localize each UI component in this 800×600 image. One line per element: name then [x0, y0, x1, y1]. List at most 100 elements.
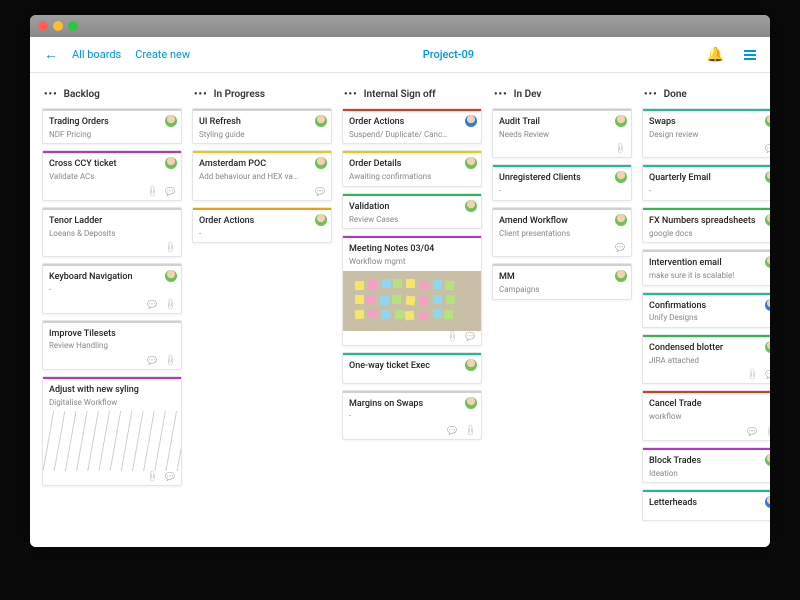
card[interactable]: Tenor LadderLoeans & Deposits📎: [42, 207, 182, 257]
avatar: [615, 171, 627, 183]
close-window-icon[interactable]: [38, 21, 48, 31]
clip-icon[interactable]: 📎: [164, 242, 177, 255]
card[interactable]: Unregistered Clients-: [492, 164, 632, 200]
clip-icon[interactable]: 📎: [764, 425, 770, 438]
column-menu-icon[interactable]: •••: [644, 89, 658, 100]
clip-icon[interactable]: 📎: [614, 143, 627, 156]
card[interactable]: Condensed blotterJIRA attached📎💬: [642, 334, 770, 384]
card-body: MMCampaigns: [493, 266, 631, 298]
card[interactable]: Trading OrdersNDF Pricing: [42, 108, 182, 144]
chat-icon[interactable]: 💬: [147, 301, 157, 309]
menu-icon[interactable]: [744, 54, 756, 56]
card[interactable]: MMCampaigns: [492, 263, 632, 299]
card-subtitle: make sure it is scalable!: [649, 271, 749, 281]
clip-icon[interactable]: 📎: [146, 185, 159, 198]
card[interactable]: UI RefreshStyling guide: [192, 108, 332, 144]
column-menu-icon[interactable]: •••: [494, 89, 508, 100]
all-boards-link[interactable]: All boards: [72, 48, 121, 61]
card[interactable]: Order Actions-: [192, 207, 332, 243]
maximize-window-icon[interactable]: [68, 21, 78, 31]
chat-icon[interactable]: 💬: [765, 371, 770, 379]
card[interactable]: Letterheads: [642, 489, 770, 521]
card-body: Keyboard Navigation-: [43, 266, 181, 298]
column-header[interactable]: •••Done: [642, 87, 770, 108]
column-header[interactable]: •••Internal Sign off: [342, 87, 482, 108]
card[interactable]: Amsterdam POCAdd behaviour and HEX val…💬: [192, 150, 332, 200]
card-body: Amend WorkflowClient presentations: [493, 210, 631, 242]
column-header[interactable]: •••In Progress: [192, 87, 332, 108]
card[interactable]: ConfirmationsUnify Designs: [642, 292, 770, 328]
chat-icon[interactable]: 💬: [615, 244, 625, 252]
chat-icon[interactable]: 💬: [465, 333, 475, 341]
card-body: FX Numbers spreadsheets google docs: [643, 210, 770, 242]
card-footer: 📎💬: [43, 471, 181, 485]
chat-icon[interactable]: 💬: [147, 357, 157, 365]
column-menu-icon[interactable]: •••: [44, 89, 58, 100]
card[interactable]: One-way ticket Exec: [342, 352, 482, 384]
avatar: [165, 115, 177, 127]
card-subtitle: Digitalise Workflow: [49, 398, 149, 408]
create-new-link[interactable]: Create new: [135, 48, 190, 61]
card-body: Order Actions-: [193, 210, 331, 242]
avatar: [765, 299, 770, 311]
card-subtitle: Awaiting confirmations: [349, 172, 449, 182]
card-subtitle: Review Handling: [49, 341, 149, 351]
card[interactable]: Meeting Notes 03/04Workflow mgmt📎💬: [342, 235, 482, 345]
chat-icon[interactable]: 💬: [315, 188, 325, 196]
card-title: Keyboard Navigation: [49, 272, 175, 283]
card-title: Margins on Swaps: [349, 399, 475, 410]
clip-icon[interactable]: 📎: [164, 355, 177, 368]
clip-icon[interactable]: 📎: [164, 298, 177, 311]
chat-icon[interactable]: 💬: [165, 188, 175, 196]
card[interactable]: Cancel Tradeworkflow💬📎: [642, 390, 770, 440]
card[interactable]: SwapsDesign review💬: [642, 108, 770, 158]
card-body: Improve TilesetsReview Handling: [43, 323, 181, 355]
card[interactable]: Quarterly Email-: [642, 164, 770, 200]
chat-icon[interactable]: 💬: [165, 473, 175, 481]
column-header[interactable]: •••Backlog: [42, 87, 182, 108]
clip-icon[interactable]: 📎: [746, 369, 759, 382]
card-body: Condensed blotterJIRA attached: [643, 337, 770, 369]
card-title: Trading Orders: [49, 117, 175, 128]
minimize-window-icon[interactable]: [53, 21, 63, 31]
card[interactable]: Margins on Swaps-💬📎: [342, 390, 482, 440]
clip-icon[interactable]: 📎: [464, 425, 477, 438]
card[interactable]: Block TradesIdeation: [642, 447, 770, 483]
card-footer: 📎: [493, 143, 631, 157]
card-body: Letterheads: [643, 492, 770, 520]
card[interactable]: FX Numbers spreadsheets google docs: [642, 207, 770, 243]
card-footer: 📎💬: [643, 369, 770, 383]
card[interactable]: Improve TilesetsReview Handling 💬 📎: [42, 320, 182, 370]
card-subtitle: -: [199, 229, 299, 239]
card-subtitle: Needs Review: [499, 130, 599, 140]
card-body: ValidationReview Cases: [343, 196, 481, 228]
column-menu-icon[interactable]: •••: [194, 89, 208, 100]
card[interactable]: Audit TrailNeeds Review📎: [492, 108, 632, 158]
back-arrow-icon[interactable]: ←: [44, 46, 58, 63]
card-title: FX Numbers spreadsheets: [649, 216, 770, 227]
card-body: Adjust with new sylingDigitalise Workflo…: [43, 379, 181, 411]
card[interactable]: Adjust with new sylingDigitalise Workflo…: [42, 376, 182, 486]
clip-icon[interactable]: 📎: [146, 471, 159, 484]
chat-icon[interactable]: 💬: [747, 428, 757, 436]
card-body: Intervention emailmake sure it is scalab…: [643, 252, 770, 284]
card-footer: 💬📎: [343, 425, 481, 439]
card[interactable]: Cross CCY ticketValidate ACs📎💬: [42, 150, 182, 200]
card[interactable]: Order DetailsAwaiting confirmations: [342, 150, 482, 186]
card[interactable]: ValidationReview Cases: [342, 193, 482, 229]
card[interactable]: Order ActionsSuspend/ Duplicate/ Cance…: [342, 108, 482, 144]
avatar: [615, 270, 627, 282]
chat-icon[interactable]: 💬: [447, 427, 457, 435]
chat-icon[interactable]: 💬: [765, 145, 770, 153]
card-subtitle: google docs: [649, 229, 749, 239]
column-menu-icon[interactable]: •••: [344, 89, 358, 100]
card[interactable]: Intervention emailmake sure it is scalab…: [642, 249, 770, 285]
column-header[interactable]: •••In Dev: [492, 87, 632, 108]
bell-icon[interactable]: 🔔: [707, 47, 724, 63]
card[interactable]: Keyboard Navigation- 💬 📎: [42, 263, 182, 313]
clip-icon[interactable]: 📎: [446, 330, 459, 343]
avatar: [165, 270, 177, 282]
card-subtitle: Add behaviour and HEX val…: [199, 172, 299, 182]
card[interactable]: Amend WorkflowClient presentations 💬: [492, 207, 632, 257]
column-done: •••DoneSwapsDesign review💬 Quarterly Emai…: [642, 87, 770, 527]
